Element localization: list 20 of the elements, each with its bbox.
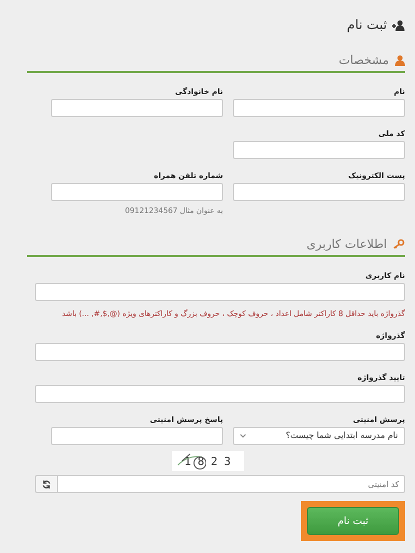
text-field[interactable] xyxy=(233,141,405,159)
text-field[interactable] xyxy=(233,183,405,201)
page-title: ثبت نام xyxy=(346,18,387,33)
section-header: اطلاعات کاربری xyxy=(27,237,405,257)
select-field[interactable]: نام مدرسه ابتدایی شما چیست؟ xyxy=(233,427,405,445)
section-header: مشخصات xyxy=(27,53,405,73)
user-icon xyxy=(395,54,405,66)
text-field[interactable] xyxy=(51,183,223,201)
add-user-icon xyxy=(392,20,405,31)
text-field[interactable] xyxy=(35,283,405,301)
text-field[interactable] xyxy=(233,99,405,117)
refresh-icon xyxy=(42,480,51,488)
text-field[interactable] xyxy=(51,427,223,445)
text-field[interactable] xyxy=(51,99,223,117)
refresh-button[interactable] xyxy=(35,475,57,493)
key-icon xyxy=(393,239,405,249)
text-field[interactable] xyxy=(35,385,405,403)
chevron-down-icon xyxy=(240,434,246,438)
captcha-field[interactable]: کد امنیتی xyxy=(57,475,405,493)
text-field[interactable] xyxy=(35,343,405,361)
